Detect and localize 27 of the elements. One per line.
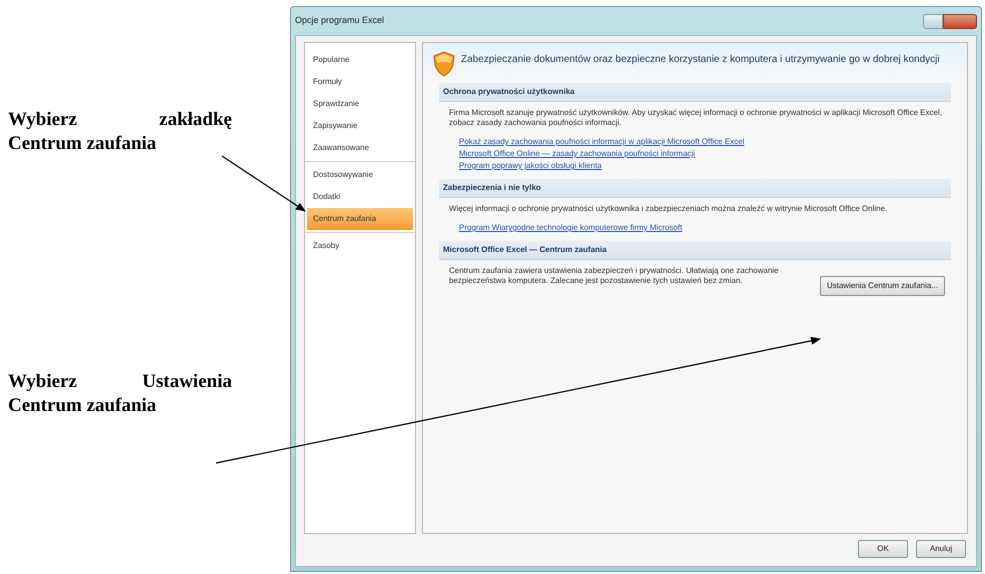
dialog-button[interactable]: Anuluj (916, 540, 966, 558)
link[interactable]: Pokaż zasady zachowania poufności informacji w aplikacji Microsoft Office Excel (459, 136, 744, 147)
link[interactable]: Program poprawy jakości obsługi klienta (459, 160, 602, 171)
dialog-button[interactable]: OK (858, 540, 908, 558)
section-text: Więcej informacji o ochronie prywatności użytkownika i zabezpieczeniach można znaleźć w witrynie Microsoft Office Online. (449, 204, 888, 214)
section-heading: Ochrona prywatności użytkownika (439, 83, 951, 102)
shield-icon (433, 51, 455, 77)
section-text: Centrum zaufania zawiera ustawienia zabezpieczeń i prywatności. Ułatwiają one zachowanie bezpieczeństwa komputera. Zalecane jest pozostawienie tych ustawień bez zmian. (449, 266, 780, 286)
header-text: Zabezpieczanie dokumentów oraz bezpieczne korzystanie z komputera i utrzymywanie go w dobrej kondycji (461, 53, 940, 66)
sidebar-item[interactable]: Zapisywanie (307, 115, 413, 137)
section-heading: Zabezpieczenia i nie tylko (439, 179, 951, 198)
sidebar-item[interactable]: Zaawansowane (307, 137, 413, 159)
sidebar-item[interactable]: Popularne (307, 49, 413, 71)
sidebar-item[interactable]: Dostosowywanie (307, 164, 413, 186)
sidebar-item[interactable]: Sprawdzanie (307, 93, 413, 115)
sidebar-item[interactable]: Dodatki (307, 186, 413, 208)
link[interactable]: Microsoft Office Online — zasady zachowania poufności informacji (459, 148, 695, 159)
sidebar-item[interactable]: Zasoby (307, 235, 413, 257)
sidebar-item[interactable]: Formuły (307, 71, 413, 93)
link[interactable]: Program Wiarygodne technologie komputerowe firmy Microsoft (459, 222, 682, 233)
section-heading: Microsoft Office Excel — Centrum zaufania (439, 241, 951, 260)
window-title: Opcje programu Excel (295, 14, 384, 28)
annotation-text: Wybierz Ustawienia Centrum zaufania (8, 370, 232, 418)
sidebar-item[interactable]: Centrum zaufania (307, 208, 413, 230)
section-text: Firma Microsoft szanuje prywatność użytkowników. Aby uzyskać więcej informacji o ochronie prywatności w aplikacji Microsoft Office Excel, zobacz zasady zachowania poufności informacji. (449, 108, 943, 128)
annotation-text: Wybierz zakładkę Centrum zaufania (8, 108, 232, 156)
settings-button[interactable]: Ustawienia Centrum zaufania... (820, 276, 945, 296)
